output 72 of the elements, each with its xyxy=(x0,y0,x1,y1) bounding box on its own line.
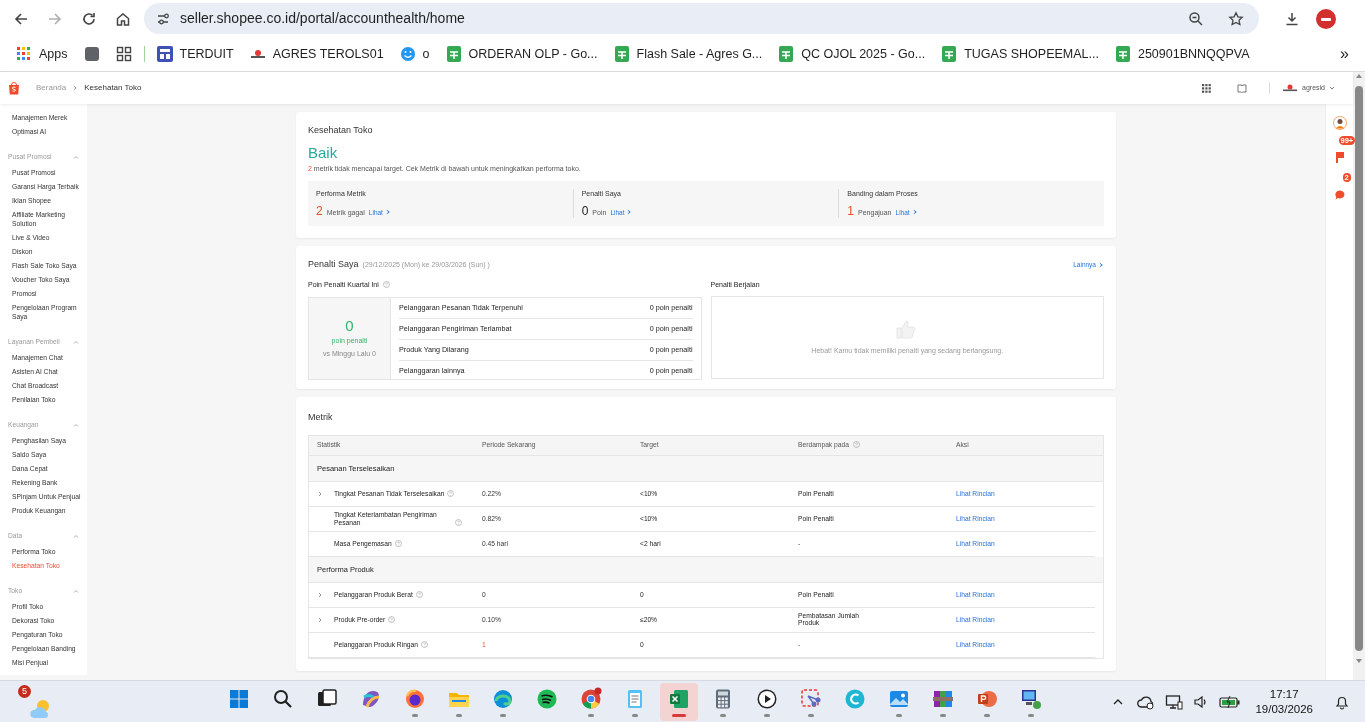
apps-icon xyxy=(16,46,32,62)
help-icon xyxy=(394,539,402,547)
bookmark[interactable]: Apps xyxy=(8,41,76,67)
grid-dots-icon xyxy=(1201,83,1211,93)
spreadsheet-icon xyxy=(778,46,795,62)
url-text: seller.shopee.co.id/portal/accounthealth/home xyxy=(180,9,466,28)
help-icon xyxy=(447,489,455,497)
caret-icon xyxy=(1329,86,1335,90)
expand-chevron-icon[interactable] xyxy=(317,592,323,598)
reload-icon xyxy=(81,10,97,27)
profile-avatar-icon xyxy=(1316,8,1336,29)
card-title: Penalti Saya xyxy=(308,258,359,271)
chevron-icon xyxy=(1098,261,1104,268)
weather-badge: 5 xyxy=(18,684,31,698)
bookmark[interactable]: TUGAS SHOPEEMAL... xyxy=(933,41,1107,67)
card-title: Metrik xyxy=(308,411,334,424)
stat-value: 2 xyxy=(316,204,323,217)
bookmark[interactable]: 250901BNNQQPVA xyxy=(1106,41,1258,67)
bookmark[interactable]: Flash Sale - Agres G... xyxy=(605,41,771,67)
chrome-icon xyxy=(579,686,603,711)
download-icon xyxy=(1284,10,1300,27)
chevron-icon xyxy=(72,85,79,91)
bookmark[interactable]: ORDERAN OLP - Go... xyxy=(437,41,606,67)
address-bar[interactable]: seller.shopee.co.id/portal/accounthealth/home xyxy=(144,3,1259,34)
clock-button[interactable]: 17:17 19/03/2026 xyxy=(1251,686,1317,717)
spreadsheet-icon xyxy=(1114,46,1131,62)
grid-icon xyxy=(115,46,132,62)
scrollbar-thumb[interactable] xyxy=(1355,86,1363,651)
bookmark[interactable]: QC OJOL 2025 - Go... xyxy=(770,41,934,67)
chevron-icon xyxy=(384,209,391,216)
stat-value: 0 xyxy=(581,204,589,217)
help-icon xyxy=(852,441,860,449)
expand-chevron-icon[interactable] xyxy=(317,490,323,497)
stat-value: 1 xyxy=(847,204,855,217)
scroll-up-icon[interactable] xyxy=(1355,72,1363,80)
flag-icon[interactable] xyxy=(1333,149,1346,164)
monitor-network-icon[interactable] xyxy=(1165,693,1184,710)
help-icon xyxy=(415,591,423,598)
chevron-icon xyxy=(626,209,633,216)
help-icon xyxy=(421,641,429,648)
more-bookmarks-button[interactable]: » xyxy=(1332,39,1357,69)
expand-chevron-icon[interactable] xyxy=(317,617,323,623)
back-arrow-icon xyxy=(13,10,29,27)
bookmark[interactable]: TERDUIT xyxy=(148,41,242,67)
help-icon xyxy=(455,518,462,526)
shop-logo-icon xyxy=(1282,84,1299,92)
spreadsheet-icon xyxy=(445,46,462,62)
scroll-down-icon[interactable] xyxy=(1355,657,1363,665)
home-icon xyxy=(115,10,131,27)
card-title: Kesehatan Toko xyxy=(308,124,374,137)
chat-icon[interactable] xyxy=(1333,188,1346,201)
magnifier-minus-icon xyxy=(1188,10,1204,27)
shopee-bag-logo xyxy=(8,81,20,95)
avatar-icon xyxy=(1332,116,1347,130)
site-info-icon xyxy=(156,11,170,26)
spreadsheet-icon xyxy=(941,46,958,62)
battery-charging-icon[interactable] xyxy=(1219,694,1242,709)
forward-arrow-icon xyxy=(47,10,63,27)
star-icon xyxy=(1228,10,1244,27)
smiley-icon xyxy=(399,46,416,62)
bookmark[interactable]: o xyxy=(391,41,438,67)
penalty-total: 0 xyxy=(345,317,354,334)
help-icon xyxy=(388,616,396,623)
spreadsheet-icon xyxy=(613,46,630,62)
cloud-sync-icon[interactable] xyxy=(1137,693,1156,710)
bookmark[interactable]: AGRES TEROLS01 xyxy=(241,41,392,67)
square-icon xyxy=(83,46,100,62)
breadcrumb-current: Kesehatan Toko xyxy=(84,82,142,94)
health-status: Baik xyxy=(308,143,339,162)
chevron-icon xyxy=(911,209,918,216)
help-icon xyxy=(382,281,390,289)
window-icon xyxy=(156,46,173,62)
